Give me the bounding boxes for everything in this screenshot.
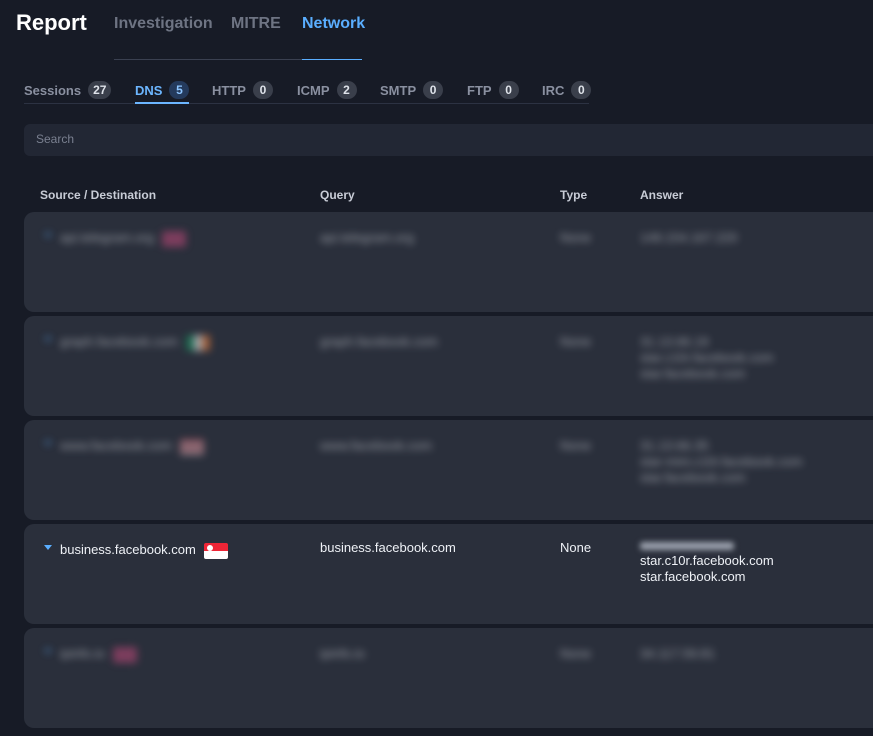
count-badge: 27 (88, 81, 112, 99)
answer-line: star.facebook.com (640, 366, 746, 381)
type-cell: None (560, 438, 592, 453)
count-badge: 5 (169, 81, 190, 99)
query-cell: graph.facebook.com (320, 334, 438, 349)
active-tab-indicator (302, 59, 362, 60)
subtab-label: HTTP (212, 82, 246, 98)
page-title: Report (16, 10, 87, 35)
column-header-answer[interactable]: Answer (640, 188, 683, 202)
subtab-sessions[interactable]: Sessions 27 (24, 80, 112, 100)
expand-icon[interactable] (44, 337, 52, 342)
tab-network[interactable]: Network (302, 15, 365, 33)
count-badge: 0 (498, 81, 519, 99)
table-row[interactable]: ipinfo.io ipinfo.io None 34.117.59.81 (24, 628, 873, 728)
type-cell: None (560, 540, 592, 555)
answer-cell: 31.13.66.35 star-mini.c10r.facebook.com … (640, 438, 803, 486)
active-subtab-indicator (135, 102, 189, 104)
column-header-source[interactable]: Source / Destination (40, 188, 156, 202)
subtab-label: Sessions (24, 82, 82, 98)
subtab-label: IRC (542, 82, 565, 98)
answer-cell: 149.154.167.220 (640, 230, 738, 246)
source-cell: business.facebook.com (60, 542, 228, 559)
table-row[interactable]: business.facebook.com business.facebook.… (24, 524, 873, 624)
answer-cell: 31.13.66.19 star.c10r.facebook.com star.… (640, 334, 774, 382)
source-text: www.facebook.com (60, 438, 172, 453)
source-text: business.facebook.com (60, 542, 196, 557)
query-cell: business.facebook.com (320, 540, 456, 555)
subtab-icmp[interactable]: ICMP 2 (297, 80, 357, 100)
expand-icon[interactable] (44, 545, 52, 550)
expand-icon[interactable] (44, 233, 52, 238)
tab-mitre[interactable]: MITRE (231, 15, 281, 33)
subtab-label: SMTP (380, 82, 417, 98)
query-cell: www.facebook.com (320, 438, 432, 453)
flag-icon (112, 646, 137, 663)
subtabs-divider (24, 103, 589, 104)
flag-icon (161, 230, 186, 247)
top-bar: Report Investigation MITRE Network (0, 0, 873, 60)
answer-line: star.facebook.com (640, 470, 746, 485)
query-cell: ipinfo.io (320, 646, 365, 661)
column-header-query[interactable]: Query (320, 188, 355, 202)
search-input[interactable]: Search (24, 124, 873, 156)
source-cell: graph.facebook.com (60, 334, 210, 351)
expand-icon[interactable] (44, 441, 52, 446)
type-cell: None (560, 230, 592, 245)
redacted-answer (640, 542, 734, 550)
answer-line: star-mini.c10r.facebook.com (640, 454, 803, 469)
flag-icon (180, 438, 204, 455)
count-badge: 0 (252, 81, 273, 99)
table-row[interactable]: www.facebook.com www.facebook.com None 3… (24, 420, 873, 520)
singapore-flag-icon (203, 542, 228, 559)
count-badge: 0 (571, 81, 592, 99)
type-cell: None (560, 334, 592, 349)
subtab-smtp[interactable]: SMTP 0 (380, 80, 444, 100)
source-cell: ipinfo.io (60, 646, 137, 663)
subtab-label: DNS (135, 82, 163, 98)
flag-icon (185, 334, 210, 351)
type-cell: None (560, 646, 592, 661)
source-text: ipinfo.io (60, 646, 105, 661)
count-badge: 0 (423, 81, 444, 99)
answer-line: star.facebook.com (640, 569, 746, 584)
answer-line: 31.13.66.19 (640, 334, 709, 349)
answer-line: 34.117.59.81 (640, 646, 715, 661)
column-header-type[interactable]: Type (560, 188, 587, 202)
source-cell: api.telegram.org (60, 230, 186, 247)
subtab-dns[interactable]: DNS 5 (135, 80, 190, 100)
answer-cell: 34.117.59.81 (640, 646, 715, 662)
expand-icon[interactable] (44, 649, 52, 654)
source-text: graph.facebook.com (60, 334, 178, 349)
search-placeholder: Search (36, 132, 75, 146)
answer-line: star.c10r.facebook.com (640, 350, 774, 365)
table-row[interactable]: graph.facebook.com graph.facebook.com No… (24, 316, 873, 416)
tab-investigation[interactable]: Investigation (114, 15, 213, 33)
answer-line: 31.13.66.35 (640, 438, 709, 453)
subtab-ftp[interactable]: FTP 0 (467, 80, 519, 100)
table-row[interactable]: api.telegram.org api.telegram.org None 1… (24, 212, 873, 312)
subtab-label: ICMP (297, 82, 330, 98)
subtab-irc[interactable]: IRC 0 (542, 80, 592, 100)
answer-line: star.c10r.facebook.com (640, 553, 774, 568)
subtab-http[interactable]: HTTP 0 (212, 80, 273, 100)
answer-cell: star.c10r.facebook.com star.facebook.com (640, 538, 774, 585)
source-cell: www.facebook.com (60, 438, 204, 455)
answer-line: 149.154.167.220 (640, 230, 738, 245)
source-text: api.telegram.org (60, 230, 154, 245)
query-cell: api.telegram.org (320, 230, 414, 245)
count-badge: 2 (336, 81, 357, 99)
subtab-label: FTP (467, 82, 492, 98)
